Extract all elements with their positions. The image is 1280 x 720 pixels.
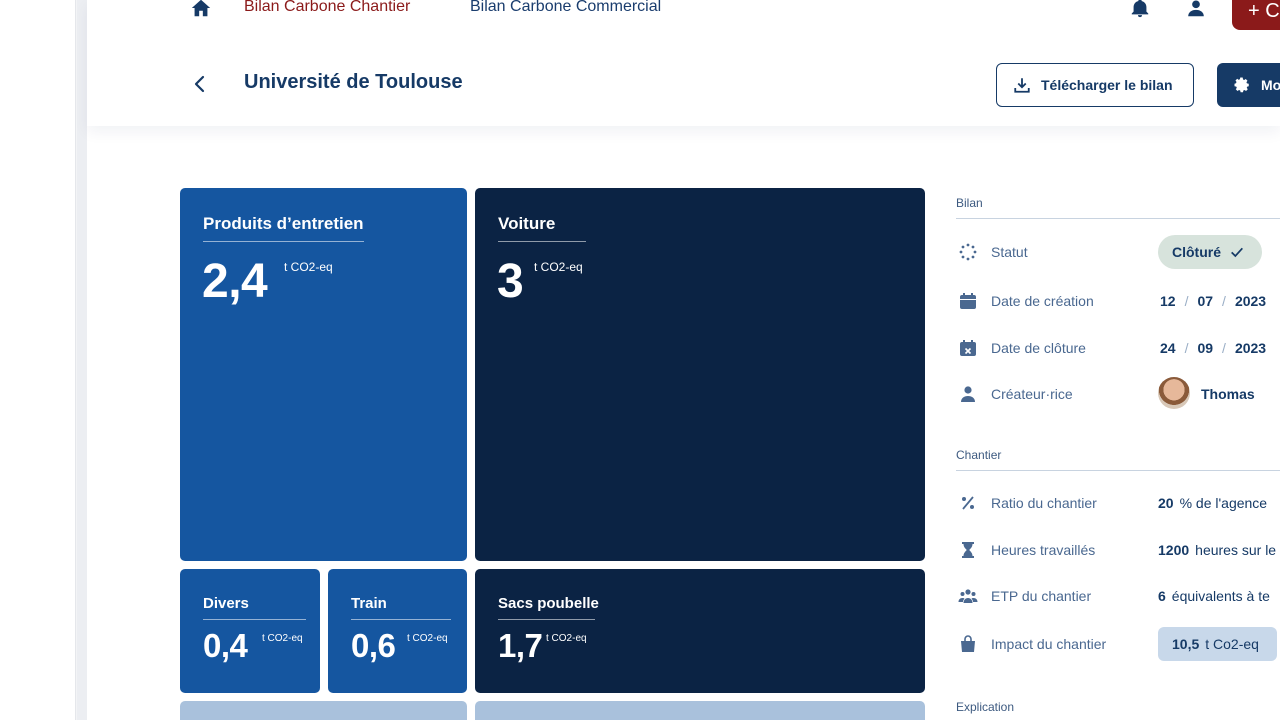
- tile-unit: t CO2-eq: [407, 633, 448, 644]
- ratio-unit: % de l'agence: [1179, 495, 1268, 511]
- creation-year: 2023: [1234, 293, 1267, 309]
- person-icon: [961, 386, 975, 402]
- avatar: [1158, 377, 1190, 409]
- creation-month: 07: [1197, 293, 1214, 309]
- tile-unit: t CO2-eq: [534, 260, 583, 274]
- home-icon[interactable]: [190, 0, 212, 19]
- etp-value: 6 équivalents à te: [1158, 588, 1270, 604]
- tile-divider: [203, 619, 306, 620]
- tile-value: 0,4: [203, 627, 248, 664]
- tile-label: Voiture: [498, 214, 556, 233]
- section-heading-explication: Explication: [956, 700, 1015, 714]
- tile-unit: t CO2-eq: [262, 633, 303, 644]
- date-separator: /: [1184, 340, 1189, 356]
- tile-produits-entretien[interactable]: Produits d’entretien 2,4 t CO2-eq: [180, 188, 467, 561]
- settings-button[interactable]: Mo: [1217, 63, 1280, 107]
- tile-value: 1,7: [498, 627, 543, 664]
- hourglass-icon: [962, 542, 974, 558]
- creator-name: Thomas: [1201, 386, 1255, 402]
- date-separator: /: [1222, 340, 1226, 356]
- tile-divider: [203, 241, 364, 242]
- status-text: Clôturé: [1172, 244, 1221, 260]
- etp-label: ETP du chantier: [991, 588, 1092, 604]
- tile-value: 2,4: [202, 255, 268, 308]
- chevron-left-icon[interactable]: [188, 72, 212, 96]
- left-rail: [0, 0, 76, 720]
- section-heading-bilan: Bilan: [956, 196, 983, 210]
- download-report-label: Télécharger le bilan: [1041, 77, 1173, 93]
- download-icon: [1014, 78, 1030, 93]
- shopping-bag-icon: [961, 635, 975, 652]
- closure-year: 2023: [1234, 340, 1267, 356]
- section-heading-chantier: Chantier: [956, 448, 1002, 462]
- tile-train[interactable]: Train 0,6 t CO2-eq: [328, 569, 467, 693]
- gear-icon: [1234, 77, 1249, 93]
- team-icon: [958, 589, 978, 603]
- tab-bilan-carbone-chantier[interactable]: Bilan Carbone Chantier: [244, 0, 410, 16]
- settings-label: Mo: [1261, 77, 1280, 93]
- hours-unit: heures sur le: [1195, 542, 1277, 558]
- statut-label: Statut: [991, 244, 1028, 260]
- etp-number: 6: [1158, 588, 1166, 604]
- creation-date-value: 12 / 07 / 2023: [1160, 293, 1266, 309]
- status-badge: Clôturé: [1158, 235, 1262, 269]
- section-divider: [956, 218, 1280, 219]
- left-gutter: [77, 0, 87, 720]
- tile-value: 0,6: [351, 627, 396, 664]
- check-icon: [1231, 247, 1243, 258]
- bell-icon[interactable]: [1129, 0, 1151, 19]
- create-button[interactable]: + C: [1232, 0, 1280, 30]
- calendar-close-icon: [960, 340, 976, 356]
- tile-sacs-poubelle[interactable]: Sacs poubelle 1,7 t CO2-eq: [475, 569, 925, 693]
- impact-badge: 10,5 t Co2-eq: [1158, 627, 1277, 661]
- impact-label: Impact du chantier: [991, 636, 1107, 652]
- tile-partial[interactable]: [180, 701, 467, 720]
- ratio-label: Ratio du chantier: [991, 495, 1097, 511]
- tile-label: Sacs poubelle: [498, 595, 599, 612]
- download-report-button[interactable]: Télécharger le bilan: [996, 63, 1194, 107]
- closure-date-label: Date de clôture: [991, 340, 1086, 356]
- tile-label: Divers: [203, 595, 249, 612]
- tile-unit: t CO2-eq: [284, 260, 333, 274]
- page-title: Université de Toulouse: [244, 71, 463, 93]
- percent-icon: [962, 496, 974, 510]
- user-icon[interactable]: [1185, 0, 1207, 19]
- ratio-value: 20 % de l'agence: [1158, 495, 1267, 511]
- tab-bilan-carbone-commercial[interactable]: Bilan Carbone Commercial: [470, 0, 661, 16]
- hours-label: Heures travaillés: [991, 542, 1096, 558]
- date-separator: /: [1222, 293, 1226, 309]
- tile-divider: [351, 619, 451, 620]
- tile-label: Train: [351, 595, 387, 612]
- etp-unit: équivalents à te: [1171, 588, 1270, 604]
- tile-unit: t CO2-eq: [546, 633, 587, 644]
- tile-divider: [498, 619, 595, 620]
- tile-value: 3: [497, 255, 524, 308]
- tile-divers[interactable]: Divers 0,4 t CO2-eq: [180, 569, 320, 693]
- creator-label: Créateur·rice: [991, 386, 1073, 402]
- creation-date-label: Date de création: [991, 293, 1094, 309]
- date-separator: /: [1184, 293, 1189, 309]
- tile-voiture[interactable]: Voiture 3 t CO2-eq: [475, 188, 925, 561]
- hours-value: 1200 heures sur le: [1158, 542, 1276, 558]
- creation-day: 12: [1160, 293, 1176, 309]
- closure-day: 24: [1160, 340, 1176, 356]
- tile-divider: [498, 241, 586, 242]
- impact-unit: t Co2-eq: [1205, 636, 1259, 652]
- closure-date-value: 24 / 09 / 2023: [1160, 340, 1266, 356]
- hours-number: 1200: [1158, 542, 1190, 558]
- calendar-icon: [960, 293, 976, 309]
- tile-label: Produits d’entretien: [203, 214, 364, 233]
- ratio-number: 20: [1158, 495, 1174, 511]
- closure-month: 09: [1197, 340, 1214, 356]
- tile-partial[interactable]: [475, 701, 925, 720]
- impact-number: 10,5: [1172, 636, 1200, 652]
- section-divider: [956, 470, 1280, 471]
- loading-icon: [959, 243, 977, 261]
